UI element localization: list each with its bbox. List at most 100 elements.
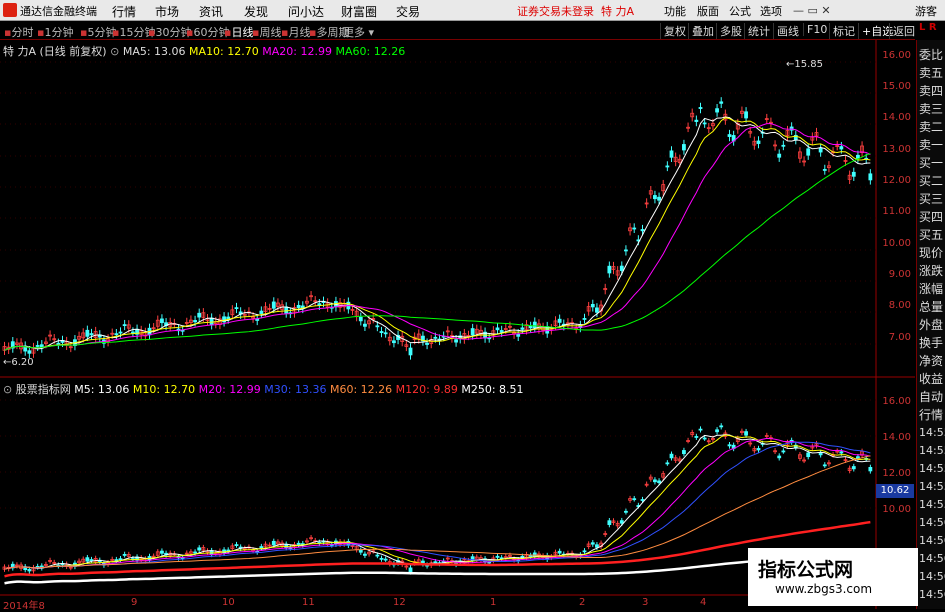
candle-body <box>839 146 844 150</box>
sub-candle-body <box>557 550 562 554</box>
candle-body <box>777 153 782 158</box>
candle-body <box>607 265 612 274</box>
candle-body <box>363 323 367 327</box>
menu-wealth[interactable]: 财富圈 <box>341 3 377 20</box>
menu-trade[interactable]: 交易 <box>396 3 420 20</box>
period-timeshare[interactable]: ▪分时 <box>4 24 33 40</box>
tool-back[interactable]: 返回 <box>889 23 918 39</box>
window-controls[interactable]: — ▭ ✕ <box>793 4 831 17</box>
login-alert[interactable]: 证券交易未登录 特 力A <box>517 3 634 19</box>
panel-item[interactable]: 行情 <box>919 406 943 423</box>
x-label: 9 <box>131 597 138 608</box>
corner-lr[interactable]: L R <box>919 22 937 33</box>
panel-item[interactable]: 自动 <box>919 388 943 405</box>
panel-item: 涨跌 <box>919 264 944 278</box>
candle-body <box>619 265 624 271</box>
sub-candle-body <box>528 555 533 557</box>
tick-time: 14:55 <box>919 498 945 511</box>
tick-time: 14:56 <box>919 552 945 565</box>
candle-body <box>719 101 724 104</box>
sub-candle-body <box>744 431 748 436</box>
candle-body <box>392 340 396 344</box>
m20-line <box>4 437 871 570</box>
sub-candle-body <box>160 550 164 554</box>
period-5min[interactable]: ▪5分钟 <box>80 24 116 40</box>
candle-body <box>160 318 164 324</box>
panel-item: 买五 <box>919 228 944 242</box>
tool-f10[interactable]: F10 <box>803 23 830 36</box>
sub-candle-body <box>259 546 264 549</box>
sub-candle-body <box>118 558 123 561</box>
candle-body <box>379 331 384 334</box>
tick-time: 14:56 <box>919 588 945 601</box>
candle-body <box>383 332 388 335</box>
kline-chart[interactable] <box>0 40 915 609</box>
candle-body <box>595 307 599 313</box>
candle-body <box>702 122 707 125</box>
menu-options[interactable]: 选项 <box>760 3 782 19</box>
tool-stats[interactable]: 统计 <box>744 23 773 39</box>
period-monthly[interactable]: ▪月线 <box>281 24 310 40</box>
sub-candle-body <box>582 550 587 553</box>
candle-body <box>495 327 500 331</box>
ma5-line <box>4 116 871 351</box>
period-weekly[interactable]: ▪周线 <box>252 24 281 40</box>
panel-item: 总量 <box>919 300 944 314</box>
candle-body <box>806 148 811 156</box>
candle-body <box>193 320 197 323</box>
sub-candle-body <box>27 569 32 572</box>
tool-mark[interactable]: 标记 <box>829 23 858 39</box>
sub-candle-body <box>653 479 657 483</box>
tick-time: 14:55 <box>919 444 945 457</box>
candle-body <box>520 327 525 330</box>
menu-function[interactable]: 功能 <box>664 3 686 19</box>
sub-candle-body <box>868 467 873 472</box>
sub-candle-body <box>607 520 612 525</box>
sub-candle-body <box>234 544 239 546</box>
axis-label: 10.00 <box>882 238 911 249</box>
m10-line <box>4 434 871 570</box>
menu-xiaoda[interactable]: 问小达 <box>288 3 324 20</box>
candle-body <box>296 304 301 308</box>
candle-body <box>698 107 703 109</box>
candle-body <box>624 249 628 252</box>
period-1min[interactable]: ▪1分钟 <box>37 24 73 40</box>
period-daily[interactable]: ▪日线 <box>224 24 253 40</box>
panel-item: 委比 <box>919 48 944 62</box>
tool-overlay[interactable]: 叠加 <box>688 23 717 39</box>
period-30min[interactable]: ▪30分钟 <box>148 24 191 40</box>
candle-body <box>271 301 276 309</box>
sub-candle-body <box>363 553 367 556</box>
tick-time: 14:56 <box>919 534 945 547</box>
main-legend: 特 力A (日线 前复权) ⊙ MA5: 13.06 MA10: 12.70 M… <box>3 45 406 58</box>
menu-news[interactable]: 资讯 <box>199 3 223 20</box>
tool-multi-stock[interactable]: 多股 <box>716 23 745 39</box>
sub-candle-body <box>781 450 786 453</box>
candle-body <box>653 195 657 200</box>
guest-label[interactable]: 游客 <box>915 3 937 19</box>
sub-candle-body <box>85 557 90 562</box>
menu-formula[interactable]: 公式 <box>729 3 751 19</box>
candle-body <box>756 140 761 144</box>
period-more[interactable]: 更多 ▾ <box>343 24 374 40</box>
sub-candle-body <box>296 542 301 545</box>
sub-candle-body <box>694 436 699 438</box>
panel-item: 买三 <box>919 192 944 206</box>
menu-quotes[interactable]: 行情 <box>112 3 136 20</box>
menu-layout[interactable]: 版面 <box>697 3 719 19</box>
sub-candle-body <box>839 451 844 454</box>
menu-market[interactable]: 市场 <box>155 3 179 20</box>
period-60min[interactable]: ▪60分钟 <box>186 24 229 40</box>
candle-body <box>781 144 786 147</box>
sub-candle-body <box>682 450 686 455</box>
ma20-line <box>4 123 871 351</box>
x-label: 1 <box>490 597 497 608</box>
candle-body <box>408 347 413 356</box>
tool-adjust[interactable]: 复权 <box>660 23 689 39</box>
tool-draw[interactable]: 画线 <box>773 23 802 39</box>
sub-candle-body <box>719 425 724 428</box>
menu-discover[interactable]: 发现 <box>244 3 268 20</box>
ma10-line <box>4 117 871 351</box>
candle-body <box>114 333 119 336</box>
candle-body <box>640 229 645 232</box>
